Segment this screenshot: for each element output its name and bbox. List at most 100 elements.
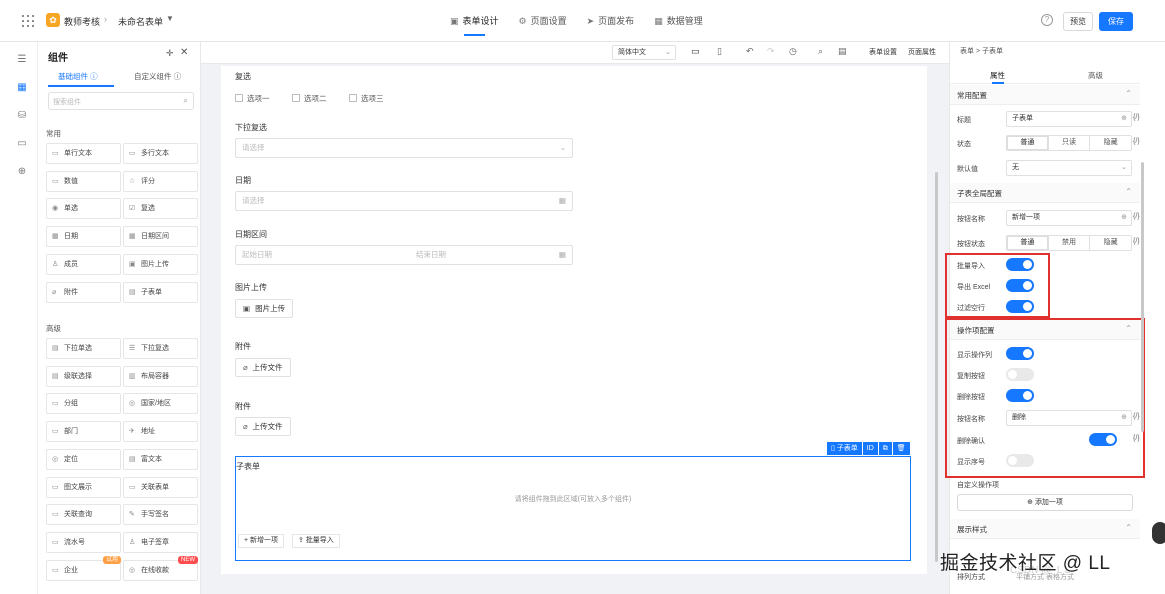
upload-file-button-2[interactable]: ⌀ 上传文件 <box>235 417 291 436</box>
component-item[interactable]: ◎ 国家/地区 <box>123 393 198 415</box>
date-range-input[interactable]: 起始日期 结束日期 ▦ <box>235 245 573 265</box>
export-excel-toggle[interactable] <box>1006 279 1034 292</box>
subform-select-tag[interactable]: ▯ 子表单 <box>827 442 862 455</box>
button-name-input[interactable]: 新增一项 ⊕ <box>1006 210 1132 226</box>
component-item[interactable]: ◎ 定位 <box>46 448 121 470</box>
variable-icon[interactable]: {/} <box>1133 413 1140 420</box>
button-state-hidden[interactable]: 隐藏 <box>1090 236 1131 250</box>
tab-data-management[interactable]: ▦ 数据管理 <box>654 0 703 42</box>
batch-import-toggle[interactable] <box>1006 258 1034 271</box>
batch-import-button[interactable]: ⇪ 批量导入 <box>292 534 340 548</box>
component-item[interactable]: ♙ 电子签章 <box>123 531 198 553</box>
state-hidden[interactable]: 隐藏 <box>1090 136 1131 150</box>
code-icon[interactable]: ▤ <box>838 46 847 57</box>
component-search-input[interactable]: 搜索组件 ⌕ <box>48 92 194 110</box>
variable-icon[interactable]: {/} <box>1133 138 1140 145</box>
checkbox-option-3[interactable]: 选项三 <box>349 93 384 104</box>
close-icon[interactable]: ✕ <box>180 47 188 58</box>
image-upload-button[interactable]: ▣ 图片上传 <box>235 299 294 318</box>
add-op-button[interactable]: ⊕ 添加一项 <box>957 494 1133 511</box>
date-input[interactable]: 请选择 ▦ <box>235 191 573 211</box>
state-segmented[interactable]: 普通 只读 隐藏 <box>1006 135 1132 151</box>
variable-icon[interactable]: {/} <box>1133 114 1140 121</box>
components-icon[interactable]: ▦ <box>16 82 28 94</box>
component-item[interactable]: ▭ 流水号 <box>46 531 121 553</box>
component-item[interactable]: ▥ 布局容器 <box>123 365 198 387</box>
history-icon[interactable]: ◷ <box>789 46 797 57</box>
floating-help-icon[interactable] <box>1152 522 1165 544</box>
globe-icon[interactable]: ⊕ <box>1121 411 1127 425</box>
component-item[interactable]: ☰ 下拉复选 <box>123 338 198 359</box>
canvas-scrollbar[interactable] <box>935 172 938 562</box>
component-item[interactable]: ▭ 多行文本 <box>123 143 198 164</box>
component-item[interactable]: ⌀ 附件 <box>46 281 121 303</box>
show-ops-toggle[interactable] <box>1006 347 1034 360</box>
database-icon[interactable]: ⛁ <box>16 110 28 122</box>
code-icon[interactable]: ▭ <box>16 138 28 150</box>
show-ordinal-toggle[interactable] <box>1006 454 1034 467</box>
apps-grid-icon[interactable] <box>22 15 34 27</box>
component-item[interactable]: ◉ 单选 <box>46 198 121 220</box>
component-item[interactable]: ☆ 评分 <box>123 170 198 192</box>
button-state-normal[interactable]: 普通 <box>1007 236 1049 250</box>
component-item[interactable]: ▦ 日期区间 <box>123 226 198 248</box>
component-item[interactable]: ▭ 企业 试用 <box>46 555 121 581</box>
component-item[interactable]: ▭ 分组 <box>46 393 121 415</box>
preview-button[interactable]: 预览 <box>1063 12 1093 31</box>
variable-icon[interactable]: {/} <box>1133 238 1140 245</box>
subform-id-button[interactable]: ID <box>862 442 878 455</box>
title-input[interactable]: 子表单 ⊕ <box>1006 111 1132 127</box>
component-item[interactable]: ◎ 在线收款 NEW <box>123 555 198 581</box>
props-scrollbar[interactable] <box>1141 162 1144 432</box>
variable-icon[interactable]: {/} <box>1133 213 1140 220</box>
section-subform-global[interactable]: 子表全局配置 ⌃ <box>950 183 1140 203</box>
desktop-icon[interactable]: ▭ <box>691 46 700 57</box>
component-item[interactable]: ▭ 部门 <box>46 421 121 443</box>
delete-button-toggle[interactable] <box>1006 389 1034 402</box>
component-item[interactable]: ▭ 单行文本 <box>46 143 121 164</box>
upload-file-button[interactable]: ⌀ 上传文件 <box>235 358 291 377</box>
component-item[interactable]: ▣ 图片上传 <box>123 253 198 275</box>
component-item[interactable]: ☑ 复选 <box>123 198 198 220</box>
section-ops-config[interactable]: 操作项配置 ⌃ <box>950 320 1140 340</box>
tab-custom-components[interactable]: 自定义组件 ⓘ <box>134 71 181 82</box>
form-name[interactable]: 未命名表单 <box>118 15 163 28</box>
redo-icon[interactable]: ↷ <box>767 46 775 57</box>
state-normal[interactable]: 普通 <box>1007 136 1049 150</box>
tab-basic-components[interactable]: 基础组件 ⓘ <box>58 71 98 82</box>
undo-icon[interactable]: ↶ <box>746 46 754 57</box>
copy-icon[interactable]: ⧉ <box>878 442 892 455</box>
checkbox-option-2[interactable]: 选项二 <box>292 93 327 104</box>
pin-icon[interactable]: ✛ <box>166 48 174 59</box>
help-icon[interactable]: ? <box>1041 14 1053 26</box>
page-props-button[interactable]: 页面属性 <box>908 47 936 57</box>
checkbox-option-1[interactable]: 选项一 <box>235 93 270 104</box>
tab-form-design[interactable]: ▣ 表单设计 <box>450 0 499 42</box>
component-item[interactable]: ▦ 日期 <box>46 226 121 248</box>
delete-icon[interactable]: 🗑 <box>892 442 910 455</box>
state-readonly[interactable]: 只读 <box>1049 136 1091 150</box>
delete-name-input[interactable]: 删除 ⊕ <box>1006 410 1132 426</box>
globe-icon[interactable]: ⊕ <box>1121 112 1127 126</box>
component-item[interactable]: ▤ 下拉单选 <box>46 338 121 359</box>
add-row-button[interactable]: + 新增一项 <box>238 534 285 548</box>
mobile-icon[interactable]: ▯ <box>717 46 722 57</box>
subform-container[interactable]: 子表单 请将组件拖到此区域(可放入多个组件) + 新增一项 ⇪ 批量导入 <box>235 456 911 561</box>
language-select[interactable]: 简体中文 ⌄ <box>612 45 676 60</box>
component-item[interactable]: ▤ 子表单 <box>123 281 198 303</box>
variable-icon[interactable]: {/} <box>1133 435 1140 442</box>
button-state-disabled[interactable]: 禁用 <box>1049 236 1091 250</box>
form-settings-button[interactable]: 表单设置 <box>869 47 897 57</box>
component-item[interactable]: ✎ 手写签名 <box>123 504 198 526</box>
component-item[interactable]: ✈ 地址 <box>123 421 198 443</box>
default-select[interactable]: 无 ⌄ <box>1006 160 1132 176</box>
component-item[interactable]: ▤ 级联选择 <box>46 365 121 387</box>
component-item[interactable]: ♙ 成员 <box>46 253 121 275</box>
dropdown-select[interactable]: 请选择 ⌄ <box>235 138 573 158</box>
component-item[interactable]: ▭ 数值 <box>46 170 121 192</box>
app-name[interactable]: 教师考核 <box>64 15 100 28</box>
section-display-style[interactable]: 展示样式 ⌃ <box>950 519 1140 539</box>
tab-page-settings[interactable]: ⚙ 页面设置 <box>519 0 567 42</box>
tab-page-publish[interactable]: ➤ 页面发布 <box>587 0 635 42</box>
button-state-segmented[interactable]: 普通 禁用 隐藏 <box>1006 235 1132 251</box>
